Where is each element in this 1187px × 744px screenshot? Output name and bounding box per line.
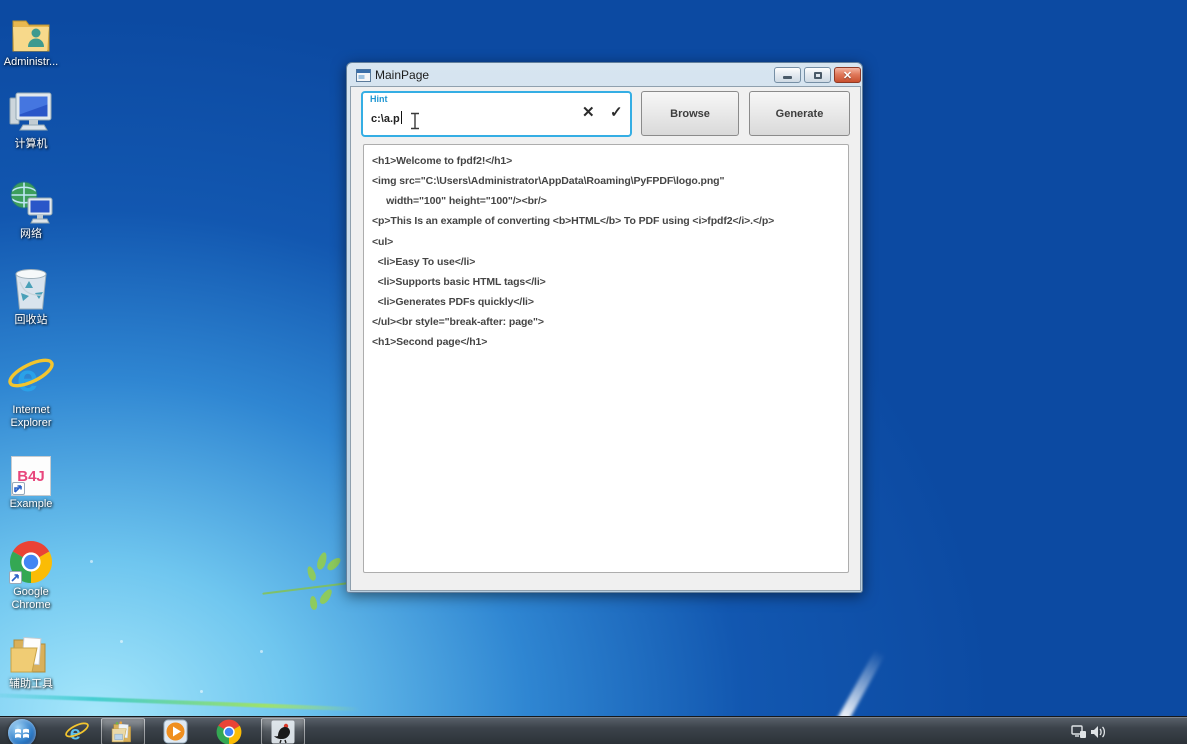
b4j-bird-icon [271,720,295,744]
desktop-icon-label: Internet Explorer [1,404,61,430]
desktop-icon-label: 回收站 [1,314,61,327]
text-caret [401,111,402,124]
b4j-icon: B4J [1,448,61,496]
open-folder-icon [1,628,61,676]
computer-icon [1,88,61,136]
desktop-icon-recycle-bin[interactable]: 回收站 [1,264,61,327]
desktop-icon-google-chrome[interactable]: Google Chrome [1,536,61,612]
wallpaper-light-beam [0,693,360,712]
editor-line: <p>This Is an example of converting <b>H… [372,211,844,231]
editor-line: <li>Easy To use</li> [372,252,844,272]
editor-line: <h1>Welcome to fpdf2!</h1> [372,151,844,171]
wallpaper-sparkle [260,650,263,653]
taskbar-explorer[interactable] [101,718,145,744]
taskbar-chrome[interactable] [212,718,246,744]
taskbar: e [0,716,1187,744]
editor-line: <li>Generates PDFs quickly</li> [372,292,844,312]
desktop-icon-tools-folder[interactable]: 辅助工具 [1,628,61,691]
input-value: c:\a.p [371,111,402,125]
wallpaper-leaf [309,596,318,611]
volume-tray-icon[interactable] [1088,718,1108,744]
shortcut-arrow-icon [9,571,22,584]
editor-line: </ul><br style="break-after: page"> [372,312,844,332]
recycle-bin-icon [1,264,61,312]
editor-line: <h1>Second page</h1> [372,332,844,352]
desktop-icon-b4j-example[interactable]: B4J Example [1,448,61,511]
desktop-icon-label: 计算机 [1,138,61,151]
minimize-button[interactable] [774,67,801,83]
taskbar-b4j-app[interactable] [261,718,305,744]
window-title: MainPage [375,68,429,82]
editor-line: <ul> [372,232,844,252]
start-button[interactable] [8,719,36,744]
desktop-icon-label: 辅助工具 [1,678,61,691]
desktop-icon-label: 网络 [1,228,61,241]
close-button[interactable]: ✕ [834,67,861,83]
shortcut-arrow-icon [12,482,25,495]
desktop-icon-label: Google Chrome [1,586,61,612]
desktop-icon-administrator[interactable]: Administr... [1,6,61,69]
window-icon [356,69,371,82]
desktop-icon-internet-explorer[interactable]: e Internet Explorer [1,354,61,430]
desktop-icon-label: Administr... [1,56,61,69]
desktop-icon-label: Example [1,498,61,511]
wallpaper-leaf [306,565,318,581]
taskbar-media-player[interactable] [158,718,192,744]
desktop-icon-network[interactable]: 网络 [1,178,61,241]
network-tray-icon[interactable] [1069,718,1089,744]
internet-explorer-icon: e [1,354,61,402]
browse-button[interactable]: Browse [641,91,739,136]
editor-line: width="100" height="100"/><br/> [372,191,844,211]
taskbar-internet-explorer[interactable]: e [60,718,94,744]
title-bar[interactable]: MainPage ✕ [347,63,862,87]
editor-line: <img src="C:\Users\Administrator\AppData… [372,171,844,191]
confirm-icon[interactable]: ✓ [610,104,623,122]
explorer-folder-icon [110,720,136,744]
html-editor[interactable]: <h1>Welcome to fpdf2!</h1> <img src="C:\… [363,144,849,573]
path-input[interactable]: Hint c:\a.p ✕ ✓ [361,91,632,137]
maximize-icon [814,72,822,79]
windows-logo-icon [14,726,30,740]
user-folder-icon [1,6,61,54]
ibeam-cursor [409,111,421,131]
chrome-icon [1,536,61,584]
close-icon: ✕ [843,69,852,82]
minimize-icon [783,76,792,79]
generate-button[interactable]: Generate [749,91,850,136]
wallpaper-sparkle [90,560,93,563]
desktop: Administr... 计算机 [0,0,1187,744]
maximize-button[interactable] [804,67,831,83]
desktop-icon-computer[interactable]: 计算机 [1,88,61,151]
wallpaper-sparkle [200,690,203,693]
input-hint-label: Hint [370,94,388,104]
clear-icon[interactable]: ✕ [582,104,595,122]
network-icon [1,178,61,226]
wallpaper-leaf [325,556,342,573]
wallpaper-sparkle [120,640,123,643]
wallpaper-leaf [318,587,334,606]
editor-line: <li>Supports basic HTML tags</li> [372,272,844,292]
mainpage-window: MainPage ✕ Hint c:\a.p ✕ ✓ Browse Genera… [346,62,863,593]
